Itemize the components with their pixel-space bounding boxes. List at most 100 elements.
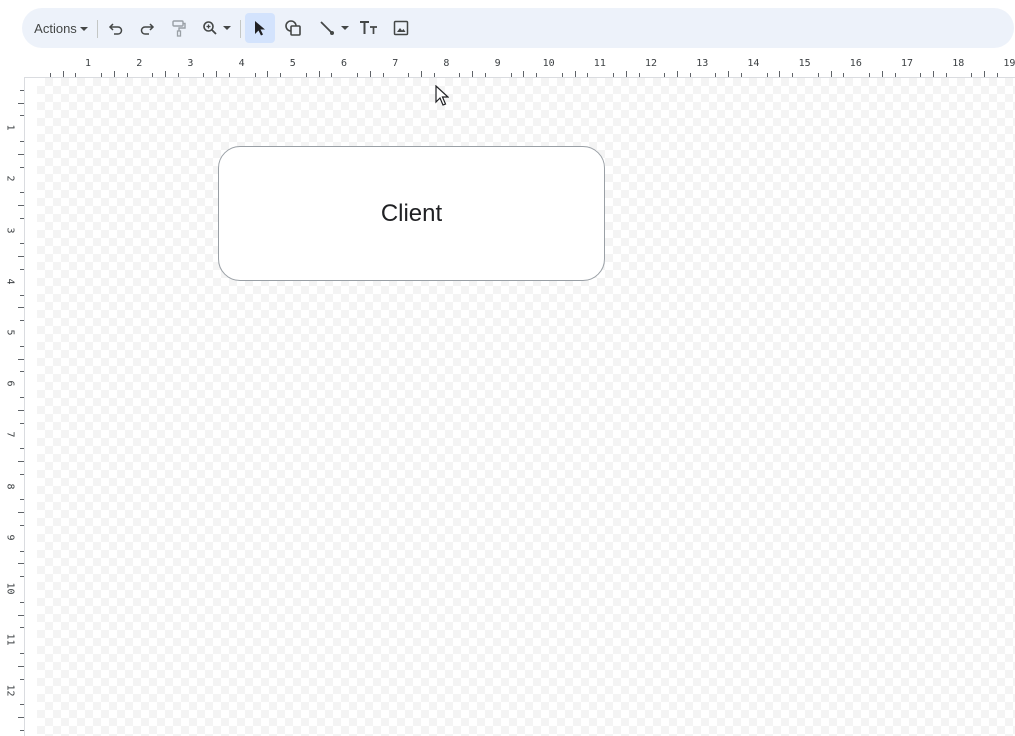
ruler-label: 5 [289,58,296,69]
ruler-tick [728,71,730,77]
ruler-tick [472,71,474,77]
select-tool-button[interactable] [245,13,275,43]
redo-button[interactable] [136,13,158,43]
ruler-tick [152,73,154,77]
ruler-label: 5 [6,329,16,335]
ruler-tick [433,73,435,77]
client-shape[interactable]: Client [218,146,605,281]
ruler-tick [561,73,563,77]
ruler-tick [664,73,666,77]
ruler-label: 4 [6,278,16,284]
line-icon [319,20,335,36]
vertical-ruler[interactable]: 123456789101112 [6,77,25,736]
ruler-tick [20,653,24,654]
ruler-tick [18,102,24,104]
ruler-label: 6 [6,381,16,387]
ruler-tick [421,71,422,77]
ruler-tick [382,73,384,77]
ruler-tick [510,73,512,77]
ruler-label: 11 [6,633,16,646]
ruler-tick [20,141,24,142]
ruler-tick [229,73,230,77]
ruler-label: 6 [341,58,348,69]
ruler-tick [20,576,24,578]
ruler-label: 12 [6,684,16,697]
shape-tool-button[interactable] [280,13,306,43]
ruler-tick [18,409,24,411]
ruler-tick [894,73,896,77]
ruler-tick [75,73,77,77]
ruler-tick [971,73,973,77]
ruler-tick [18,256,24,258]
toolbar-divider [97,20,98,38]
ruler-tick [18,461,24,462]
ruler-tick [20,294,24,296]
ruler-tick [331,73,333,77]
ruler-label: 8 [443,58,450,69]
ruler-tick [254,73,256,77]
ruler-tick [216,71,218,77]
ruler-tick [779,71,781,77]
text-box-button[interactable] [358,13,380,43]
actions-menu-button[interactable]: Actions [30,13,92,43]
ruler-label: 2 [6,176,16,182]
ruler-tick [574,71,576,77]
ruler-tick [587,73,589,77]
ruler-label: 8 [6,483,16,489]
ruler-tick [741,73,742,77]
undo-button[interactable] [105,13,127,43]
ruler-label: 18 [952,58,965,69]
ruler-tick [20,269,24,270]
ruler-label: 7 [6,432,16,438]
ruler-tick [638,73,640,77]
ruler-tick [677,71,678,77]
paint-format-button[interactable] [168,13,190,43]
ruler-tick [984,71,986,77]
ruler-tick [830,71,832,77]
ruler-tick [20,345,24,347]
ruler-tick [20,473,24,475]
ruler-tick [20,550,24,552]
ruler-tick [20,371,24,373]
ruler-tick [20,525,24,526]
ruler-tick [357,73,358,77]
chevron-down-icon [222,26,231,30]
ruler-tick [18,563,24,565]
select-icon [253,20,267,36]
ruler-tick [997,73,998,77]
zoom-button[interactable] [199,13,233,43]
ruler-tick [165,71,166,77]
ruler-tick [485,73,486,77]
ruler-label: 1 [6,125,16,131]
ruler-tick [18,153,24,155]
ruler-tick [817,73,819,77]
ruler-tick [408,73,410,77]
ruler-tick [869,73,870,77]
horizontal-ruler[interactable]: 1 2 3 4 5 6 7 8 9 10 11 12 13 14 15 16 17 18 19 [6,57,1015,78]
ruler-label: 7 [392,58,399,69]
ruler-tick [18,358,24,360]
ruler-label: 2 [136,58,143,69]
ruler-tick [625,71,627,77]
ruler-label: 12 [645,58,658,69]
ruler-label: 9 [6,534,16,540]
toolbar: Actions [22,8,1014,48]
mouse-pointer-icon [435,84,450,112]
shape-label: Client [380,199,443,227]
ruler-tick [933,71,934,77]
ruler-tick [18,717,24,718]
ruler-tick [920,73,922,77]
ruler-tick [20,678,24,680]
line-tool-button[interactable] [314,13,354,43]
ruler-tick [20,243,24,245]
ruler-tick [20,115,24,117]
ruler-tick [843,73,845,77]
ruler-label: 15 [798,58,811,69]
insert-image-button[interactable] [390,13,412,43]
ruler-tick [20,320,24,322]
ruler-tick [20,217,24,219]
ruler-label: 1 [85,58,92,69]
ruler-tick [18,512,24,514]
paint-format-icon [171,19,187,37]
ruler-tick [613,73,614,77]
